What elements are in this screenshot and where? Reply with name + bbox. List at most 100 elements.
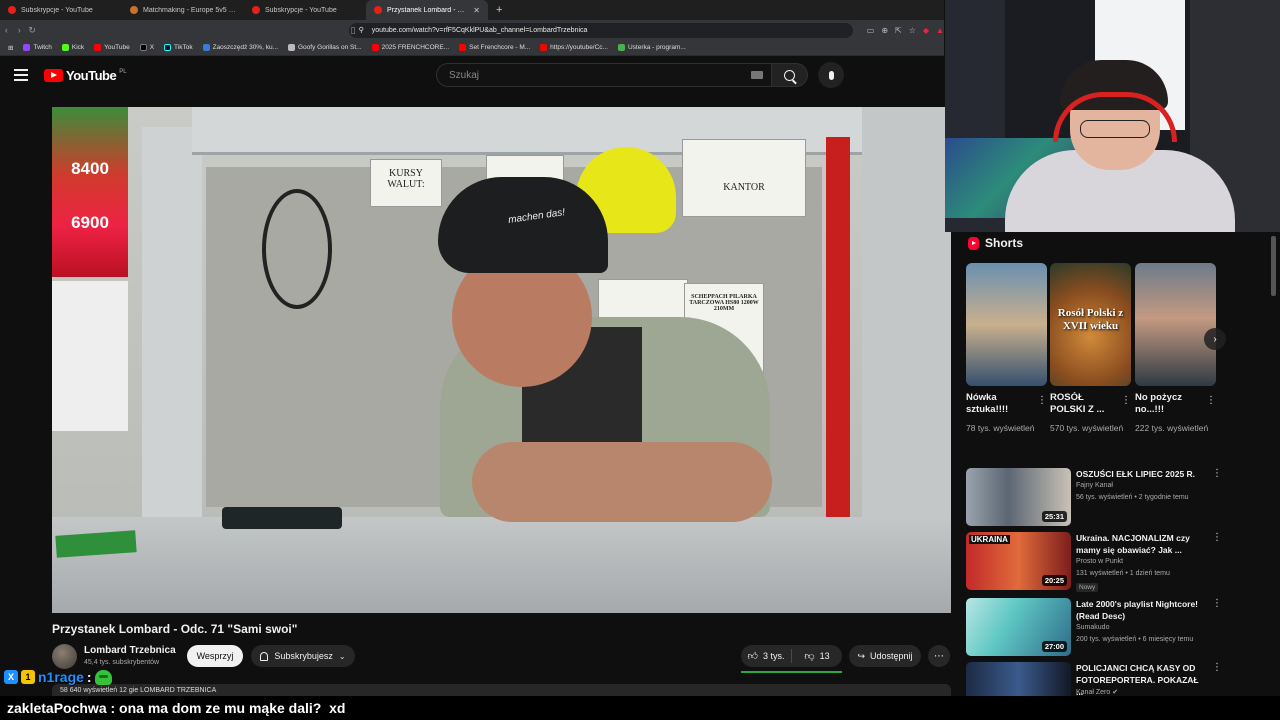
- browser-tab-2[interactable]: Matchmaking - Europe 5v5 Queue -: [122, 0, 244, 20]
- short-item[interactable]: Rosół Polski z XVII wieku ROSÓŁ POLSKI Z…: [1050, 263, 1131, 434]
- browser-tab-1[interactable]: Subskrypcje - YouTube: [0, 0, 122, 20]
- search-button[interactable]: [772, 63, 808, 87]
- more-vertical-icon[interactable]: ⋮: [1037, 395, 1047, 406]
- new-badge: Nowy: [1076, 583, 1099, 592]
- url-field[interactable]: ⚲ youtube.com/watch?v=rfF5CqKklPU&ab_cha…: [348, 22, 853, 38]
- chevron-down-icon: ⌄: [338, 651, 346, 661]
- channel-verified: Kanał Zero ✔: [1076, 689, 1119, 696]
- extension-icon[interactable]: ◆: [923, 26, 929, 35]
- chat-badge-icon: 1: [21, 670, 35, 684]
- hamburger-menu-icon[interactable]: [14, 69, 28, 81]
- shorts-next-button[interactable]: ›: [1204, 328, 1226, 350]
- microphone-icon: [828, 70, 834, 80]
- like-ratio-bar: [741, 671, 842, 673]
- recommended-video[interactable]: 25:31 OSZUŚCI EŁK LIPIEC 2025 R. Fajny K…: [966, 468, 1266, 526]
- browser-tab-bar: Subskrypcje - YouTube Matchmaking - Euro…: [0, 0, 944, 20]
- share-button[interactable]: ↪ Udostępnij: [849, 645, 921, 667]
- twitch-icon: [23, 44, 31, 51]
- bookmark-9[interactable]: https://youtube/Cc...: [540, 44, 608, 51]
- fishing-net: [262, 189, 332, 309]
- shop-icon: [202, 44, 210, 51]
- forward-icon[interactable]: ›: [13, 25, 26, 35]
- back-icon[interactable]: ‹: [0, 25, 13, 35]
- youtube-icon: [540, 44, 548, 51]
- bookmark-icon[interactable]: ▯: [346, 25, 360, 36]
- short-thumbnail: Rosół Polski z XVII wieku: [1050, 263, 1131, 386]
- chat-line: X 1 n1rage :: [4, 668, 112, 686]
- search-icon: [784, 69, 795, 81]
- bookmark-8[interactable]: Set Frenchcore - M...: [459, 44, 530, 51]
- subscribe-button[interactable]: Subskrybujesz ⌄: [251, 645, 355, 667]
- more-vertical-icon[interactable]: ⋮: [1212, 598, 1222, 609]
- recommended-video[interactable]: 27:00 Late 2000's playlist Nightcore! (R…: [966, 598, 1266, 656]
- bookmark-tiktok[interactable]: TikTok: [164, 44, 193, 51]
- search-input[interactable]: Szukaj: [436, 63, 772, 87]
- video-thumbnail: 25:31: [966, 468, 1071, 526]
- short-item[interactable]: Nówka sztuka!!!! 78 tys. wyświetleń ⋮: [966, 263, 1047, 434]
- page-icon: [287, 44, 295, 51]
- browser-tab-3[interactable]: Subskrypcje - YouTube: [244, 0, 366, 20]
- more-vertical-icon[interactable]: ⋮: [1206, 395, 1216, 406]
- chat-badge-icon: X: [4, 670, 18, 684]
- recommended-video[interactable]: UKRAINA 20:25 Ukraina. NACJONALIZM czy m…: [966, 532, 1266, 592]
- youtube-icon: [459, 44, 467, 51]
- chat-emote-icon: [94, 669, 112, 685]
- channel-avatar[interactable]: [52, 644, 77, 669]
- bookmark-youtube[interactable]: YouTube: [94, 44, 130, 51]
- sidebar-scrollbar[interactable]: [1271, 236, 1276, 296]
- support-button[interactable]: Wesprzyj: [187, 645, 243, 667]
- short-thumbnail: [1135, 263, 1216, 386]
- apps-grid-icon[interactable]: ⊞: [8, 44, 13, 52]
- short-item[interactable]: No pożycz no...!!! 222 tys. wyświetleń ⋮: [1135, 263, 1216, 434]
- sidebar-recommendations: Shorts Nówka sztuka!!!! 78 tys. wyświetl…: [958, 232, 1268, 702]
- tiktok-icon: [164, 44, 172, 51]
- youtube-icon: [371, 44, 379, 51]
- bookmark-10[interactable]: Usterka - program...: [617, 44, 686, 51]
- voice-search-button[interactable]: [818, 62, 844, 88]
- cast-icon[interactable]: ▭: [867, 26, 875, 35]
- man-cap: machen das!: [438, 177, 608, 273]
- kursy-walut-sign: KURSY WALUT:: [370, 159, 442, 207]
- browser-tab-4-active[interactable]: Przystanek Lombard - Odc. 7✕: [366, 0, 488, 20]
- video-player[interactable]: 8400 6900 KURSY WALUT: KANTOR SCHEPPACH …: [52, 107, 951, 613]
- glasses: [1080, 120, 1150, 138]
- more-actions-button[interactable]: ⋯: [928, 645, 950, 667]
- reload-icon[interactable]: ↻: [26, 25, 39, 36]
- more-horizontal-icon: ⋯: [934, 650, 944, 662]
- streamer-webcam: [945, 0, 1280, 232]
- shorts-header: Shorts: [968, 236, 1023, 250]
- bookmark-7[interactable]: 2025 FRENCHCORE...: [371, 44, 449, 51]
- new-tab-icon[interactable]: +: [488, 0, 510, 20]
- share-icon[interactable]: ⇱: [895, 26, 902, 35]
- bookmark-twitch[interactable]: Twitch: [23, 44, 52, 51]
- keyboard-icon[interactable]: [751, 71, 763, 79]
- more-vertical-icon[interactable]: ⋮: [1212, 532, 1222, 543]
- channel-name[interactable]: Lombard Trzebnica: [84, 645, 176, 656]
- card-terminal: [222, 507, 342, 529]
- video-thumbnail: UKRAINA 20:25: [966, 532, 1071, 590]
- zoom-icon[interactable]: ⊕: [881, 26, 888, 35]
- thumbs-down-icon: 👎︎: [804, 651, 815, 662]
- more-vertical-icon[interactable]: ⋮: [1212, 662, 1222, 673]
- close-tab-icon[interactable]: ✕: [473, 6, 480, 15]
- alert-icon[interactable]: ▲: [936, 26, 944, 35]
- youtube-logo[interactable]: YouTube PL: [44, 68, 127, 83]
- youtube-play-icon: [44, 69, 63, 82]
- bookmark-6[interactable]: Goofy Gorillas on St...: [287, 44, 362, 51]
- bookmarks-bar: ⊞ Twitch Kick YouTube X TikTok Zaoszczęd…: [0, 40, 944, 56]
- kick-icon: [61, 44, 69, 51]
- shorts-icon: [968, 236, 979, 250]
- address-bar-actions: ▭ ⊕ ⇱ ☆ ◆ ▲: [867, 26, 944, 35]
- more-vertical-icon[interactable]: ⋮: [1212, 468, 1222, 479]
- more-vertical-icon[interactable]: ⋮: [1121, 395, 1131, 406]
- bookmark-kick[interactable]: Kick: [61, 44, 84, 51]
- bookmark-x[interactable]: X: [139, 44, 154, 51]
- like-button[interactable]: 👍︎ 3 tys.: [741, 650, 791, 662]
- phone-poster: 8400 6900: [52, 107, 128, 277]
- video-title: Przystanek Lombard - Odc. 71 "Sami swoi": [52, 622, 298, 636]
- dislike-button[interactable]: 👎︎ 13: [792, 650, 842, 662]
- star-icon[interactable]: ☆: [909, 26, 916, 35]
- chat-username: n1rage: [38, 669, 84, 685]
- kantor-sign: KANTOR: [682, 139, 806, 217]
- bookmark-5[interactable]: Zaoszczędź 30%, ku...: [202, 44, 278, 51]
